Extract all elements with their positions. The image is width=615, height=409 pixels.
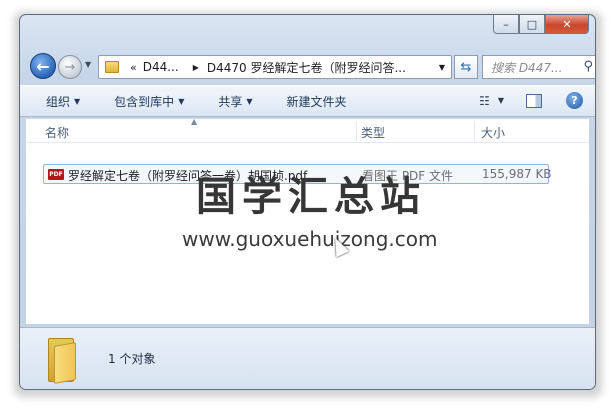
refresh-button[interactable]: ⇆ (454, 55, 478, 79)
chevron-down-icon: ▼ (178, 96, 185, 106)
help-button[interactable]: ? (566, 92, 583, 109)
navigation-bar: ← → ▼ « D44... ▶ D4470 罗经解定七卷（附罗经问答... ▼… (30, 53, 595, 81)
column-header-name[interactable]: 名称 (45, 124, 69, 141)
command-bar: 组织 ▼ 包含到库中 ▼ 共享 ▼ 新建文件夹 ☷ ▼ ? (20, 85, 595, 117)
include-in-library-label: 包含到库中 (114, 94, 175, 109)
close-button[interactable]: ✕ (545, 15, 589, 34)
item-count: 1 个对象 (108, 352, 156, 366)
chevron-down-icon: ▼ (497, 96, 504, 105)
include-in-library-button[interactable]: 包含到库中 ▼ (114, 93, 184, 110)
pdf-file-icon: PDF (48, 169, 64, 180)
back-arrow-icon: ← (36, 56, 50, 76)
caption-buttons: – □ ✕ (493, 15, 589, 35)
share-label: 共享 (218, 94, 243, 109)
explorer-window: – □ ✕ ← → ▼ « D44... ▶ D4470 罗经解定七卷（附罗经问… (19, 14, 596, 390)
recent-pages-dropdown-icon[interactable]: ▼ (85, 60, 91, 69)
file-list: ▲ 名称 类型 大小 PDF 罗经解定七卷（附罗经问答一卷）胡国桢.pdf 看图… (26, 117, 589, 324)
chevron-down-icon: ▼ (74, 96, 81, 106)
column-header-size[interactable]: 大小 (481, 124, 505, 141)
organize-menu-button[interactable]: 组织 ▼ (46, 93, 80, 110)
preview-pane-button[interactable] (526, 93, 542, 108)
view-details-icon: ☷ (479, 93, 490, 108)
watermark-url: www.guoxuehuizong.com (182, 227, 438, 251)
refresh-icon: ⇆ (460, 59, 472, 75)
breadcrumb-item[interactable]: D4470 罗经解定七卷（附罗经问答... (207, 59, 406, 76)
folder-icon (105, 61, 119, 73)
maximize-button[interactable]: □ (519, 15, 545, 34)
forward-button[interactable]: → (58, 55, 82, 79)
search-placeholder: 搜索 D447... (491, 60, 563, 75)
new-folder-button[interactable]: 新建文件夹 (287, 93, 347, 110)
breadcrumb-separator-icon[interactable]: ▶ (193, 63, 199, 72)
address-overflow-chevron[interactable]: « (130, 61, 137, 74)
address-bar[interactable]: « D44... ▶ D4470 罗经解定七卷（附罗经问答... ▼ (98, 55, 452, 79)
chevron-down-icon: ▼ (246, 96, 253, 106)
file-size: 155,987 KB (482, 167, 552, 181)
search-input[interactable]: 搜索 D447... ⚲ (482, 55, 595, 79)
share-button[interactable]: 共享 ▼ (218, 93, 252, 110)
column-divider[interactable] (474, 121, 475, 141)
breadcrumb-item[interactable]: D44... (143, 60, 179, 74)
toolbar-right-controls: ☷ ▼ ? (479, 92, 583, 109)
help-icon: ? (571, 94, 578, 107)
search-icon[interactable]: ⚲ (583, 59, 593, 74)
change-view-button[interactable]: ☷ ▼ (479, 94, 504, 108)
large-folder-icon (48, 338, 80, 384)
column-header-type[interactable]: 类型 (361, 124, 385, 141)
column-divider[interactable] (356, 121, 357, 141)
address-dropdown-icon[interactable]: ▼ (439, 63, 445, 72)
back-button[interactable]: ← (30, 53, 56, 79)
new-folder-label: 新建文件夹 (286, 94, 347, 109)
minimize-button[interactable]: – (493, 15, 519, 34)
sort-ascending-icon: ▲ (191, 117, 198, 126)
column-header-row: ▲ 名称 类型 大小 (26, 117, 589, 143)
forward-arrow-icon: → (64, 59, 76, 75)
organize-label: 组织 (46, 94, 71, 109)
watermark-title: 国学汇总站 (196, 174, 426, 220)
details-pane: 1 个对象 (20, 327, 595, 389)
